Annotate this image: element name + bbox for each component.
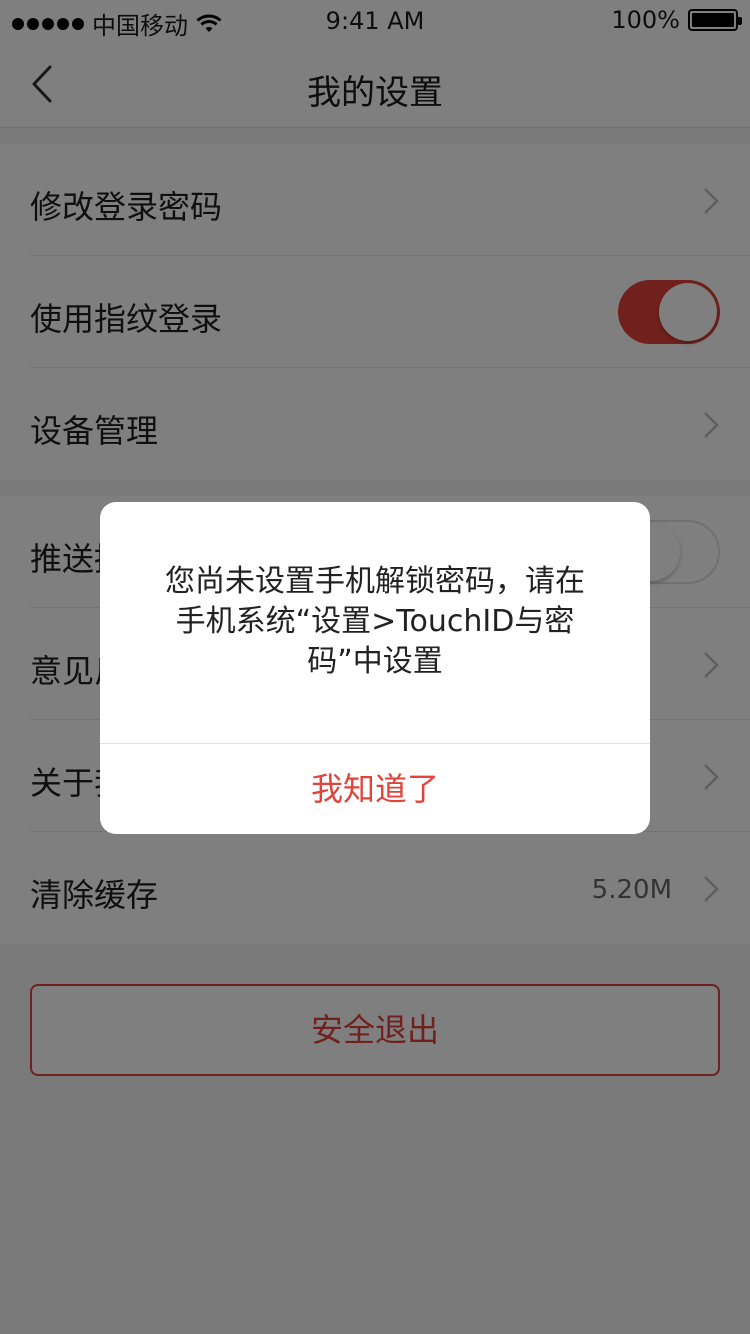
dialog-message: 您尚未设置手机解锁密码，请在 手机系统“设置>TouchID与密 码”中设置 [140, 562, 610, 682]
dialog-message-line: 码”中设置 [307, 644, 443, 679]
dialog-message-line: 手机系统“设置>TouchID与密 [175, 604, 575, 639]
dialog-message-line: 您尚未设置手机解锁密码，请在 [165, 564, 585, 599]
dialog-confirm-button[interactable]: 我知道了 [100, 744, 650, 834]
alert-dialog: 您尚未设置手机解锁密码，请在 手机系统“设置>TouchID与密 码”中设置 我… [100, 502, 650, 834]
